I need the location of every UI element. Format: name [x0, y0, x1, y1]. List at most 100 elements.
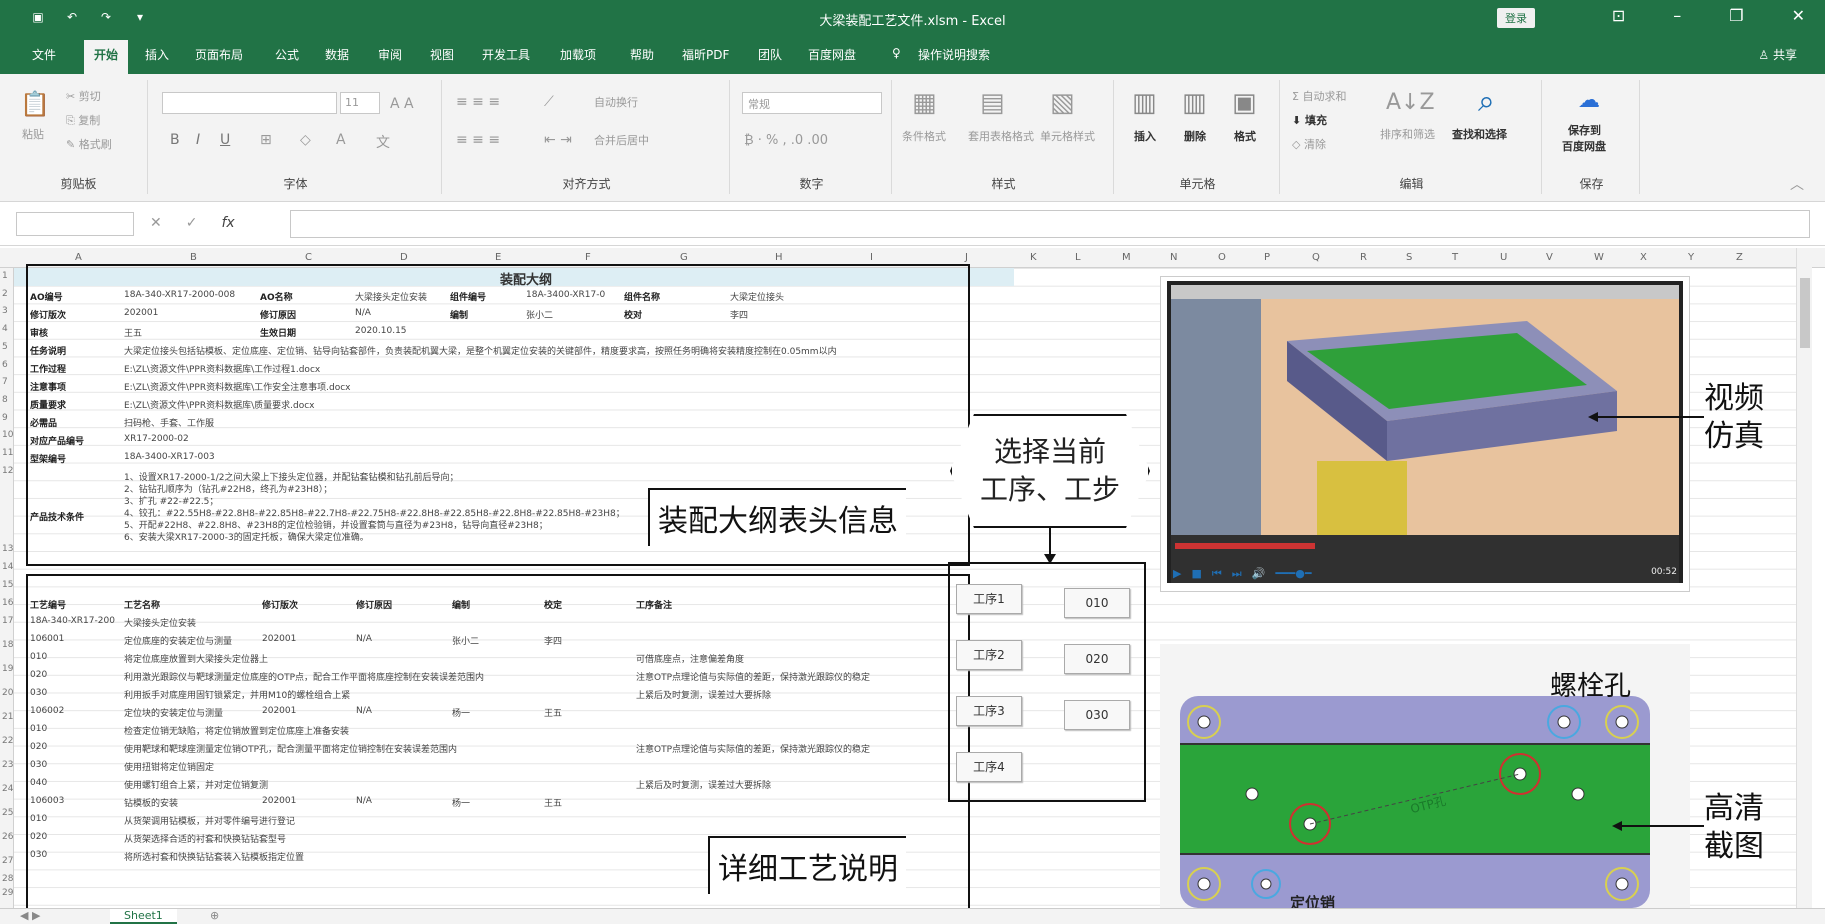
column-header[interactable]: Z — [1736, 252, 1743, 263]
percent-icon[interactable]: ₿ · % , .0 .00 — [744, 132, 828, 148]
align-top-icon[interactable]: ≡ ≡ ≡ — [456, 94, 500, 110]
align-left-icon[interactable]: ≡ ≡ ≡ — [456, 132, 500, 148]
column-header[interactable]: G — [680, 252, 688, 263]
cell-styles-icon[interactable]: ▧ — [1050, 88, 1075, 118]
step-030-button[interactable]: 030 — [1064, 700, 1130, 730]
table-format-button[interactable]: 套用表格格式 — [968, 128, 1034, 144]
procedure-1-button[interactable]: 工序1 — [956, 584, 1022, 614]
column-header[interactable]: K — [1030, 252, 1037, 263]
font-size-select[interactable]: 11 — [340, 92, 380, 114]
row-header[interactable]: 1 — [2, 271, 8, 281]
tab-review[interactable]: 审阅 — [378, 46, 402, 63]
function-icon[interactable]: fx — [221, 215, 234, 231]
column-header[interactable]: P — [1264, 252, 1270, 263]
tab-formulas[interactable]: 公式 — [275, 46, 299, 63]
row-header[interactable]: 8 — [2, 395, 8, 405]
row-header[interactable]: 15 — [2, 580, 13, 590]
scroll-thumb[interactable] — [1800, 278, 1810, 348]
row-header[interactable]: 16 — [2, 598, 13, 608]
video-frame[interactable]: 00:52 — [1167, 281, 1683, 583]
autosum-button[interactable]: Σ 自动求和 — [1292, 88, 1346, 104]
column-header[interactable]: E — [495, 252, 501, 263]
save-to-button[interactable]: 保存到 — [1568, 122, 1601, 138]
column-header[interactable]: F — [585, 252, 591, 263]
formula-input[interactable] — [290, 210, 1810, 238]
clear-button[interactable]: ◇ 清除 — [1292, 136, 1326, 152]
cancel-icon[interactable]: ✕ — [150, 215, 162, 231]
prev-icon[interactable]: ⏮ — [1212, 567, 1222, 581]
collapse-ribbon-icon[interactable]: ︿ — [1790, 174, 1804, 194]
fill-button[interactable]: ⬇ 填充 — [1292, 112, 1327, 128]
row-header[interactable]: 7 — [2, 377, 8, 387]
column-header[interactable]: B — [190, 252, 197, 263]
row-header[interactable]: 25 — [2, 808, 13, 818]
row-header[interactable]: 19 — [2, 664, 13, 674]
grow-font-icon[interactable]: A A — [390, 96, 414, 112]
wrap-text-button[interactable]: 自动换行 — [594, 94, 638, 110]
restore-icon[interactable]: ❐ — [1729, 6, 1743, 25]
bold-icon[interactable]: B — [170, 132, 180, 148]
row-header[interactable]: 27 — [2, 856, 13, 866]
next-icon[interactable]: ⏭ — [1232, 567, 1242, 581]
copy-button[interactable]: ⎘ 复制 — [66, 112, 100, 128]
procedure-4-button[interactable]: 工序4 — [956, 752, 1022, 782]
row-header[interactable]: 9 — [2, 413, 8, 423]
add-sheet-icon[interactable]: ⊕ — [210, 909, 219, 922]
sort-filter-button[interactable]: 排序和筛选 — [1380, 126, 1435, 142]
column-header[interactable]: T — [1452, 252, 1458, 263]
conditional-format-button[interactable]: 条件格式 — [902, 128, 946, 144]
row-header[interactable]: 18 — [2, 640, 13, 650]
row-header[interactable]: 3 — [2, 306, 8, 316]
column-header[interactable]: H — [775, 252, 783, 263]
font-color-icon[interactable]: A — [336, 132, 346, 148]
orientation-icon[interactable]: ⟋ — [544, 94, 554, 110]
cell-styles-button[interactable]: 单元格样式 — [1040, 128, 1095, 144]
conditional-format-icon[interactable]: ▦ — [912, 88, 937, 118]
login-button[interactable]: 登录 — [1497, 8, 1535, 28]
tab-file[interactable]: 文件 — [32, 46, 56, 63]
column-header[interactable]: I — [870, 252, 873, 263]
column-header[interactable]: O — [1218, 252, 1226, 263]
enter-icon[interactable]: ✓ — [186, 215, 198, 231]
ribbon-display-icon[interactable]: ⊡ — [1612, 6, 1625, 25]
tab-home[interactable]: 开始 — [84, 40, 129, 74]
sheet-tab[interactable]: Sheet1 — [110, 909, 177, 924]
row-header[interactable]: 21 — [2, 712, 13, 722]
column-header[interactable]: A — [75, 252, 82, 263]
column-header[interactable]: R — [1360, 252, 1367, 263]
video-player[interactable]: 00:52 ▶ ■ ⏮ ⏭ 🔊 ━━━●━ — [1160, 276, 1690, 592]
volume-slider[interactable]: ━━━●━ — [1275, 567, 1311, 581]
tab-developer[interactable]: 开发工具 — [482, 46, 530, 63]
tab-insert[interactable]: 插入 — [145, 46, 169, 63]
row-header[interactable]: 6 — [2, 360, 8, 370]
column-header[interactable]: J — [965, 252, 968, 263]
format-painter-button[interactable]: ✎ 格式刷 — [66, 136, 112, 152]
stop-icon[interactable]: ■ — [1191, 567, 1201, 581]
paste-icon[interactable]: 📋 — [20, 90, 50, 118]
tab-addins[interactable]: 加载项 — [560, 46, 596, 63]
row-header[interactable]: 10 — [2, 430, 13, 440]
row-header[interactable]: 20 — [2, 688, 13, 698]
share-button[interactable]: ♙ 共享 — [1758, 46, 1797, 63]
close-icon[interactable]: ✕ — [1792, 6, 1805, 25]
column-header[interactable]: Y — [1688, 252, 1694, 263]
insert-cells-icon[interactable]: ▥ — [1132, 88, 1157, 118]
procedure-3-button[interactable]: 工序3 — [956, 696, 1022, 726]
column-header[interactable]: V — [1546, 252, 1553, 263]
find-icon[interactable]: ⌕ — [1478, 84, 1495, 119]
italic-icon[interactable]: I — [196, 132, 200, 148]
procedure-2-button[interactable]: 工序2 — [956, 640, 1022, 670]
row-header[interactable]: 29 — [2, 888, 13, 898]
column-header[interactable]: D — [400, 252, 408, 263]
tab-view[interactable]: 视图 — [430, 46, 454, 63]
phonetic-icon[interactable]: 文 — [376, 132, 390, 152]
delete-cells-button[interactable]: 删除 — [1184, 128, 1206, 144]
format-cells-button[interactable]: 格式 — [1234, 128, 1256, 144]
tab-foxit-pdf[interactable]: 福昕PDF — [682, 46, 729, 63]
delete-cells-icon[interactable]: ▥ — [1182, 88, 1207, 118]
column-header[interactable]: Q — [1312, 252, 1320, 263]
baidu-cloud-icon[interactable]: ☁ — [1578, 88, 1600, 113]
row-header[interactable]: 28 — [2, 874, 13, 884]
column-header[interactable]: N — [1170, 252, 1177, 263]
vertical-scrollbar[interactable] — [1796, 248, 1812, 908]
